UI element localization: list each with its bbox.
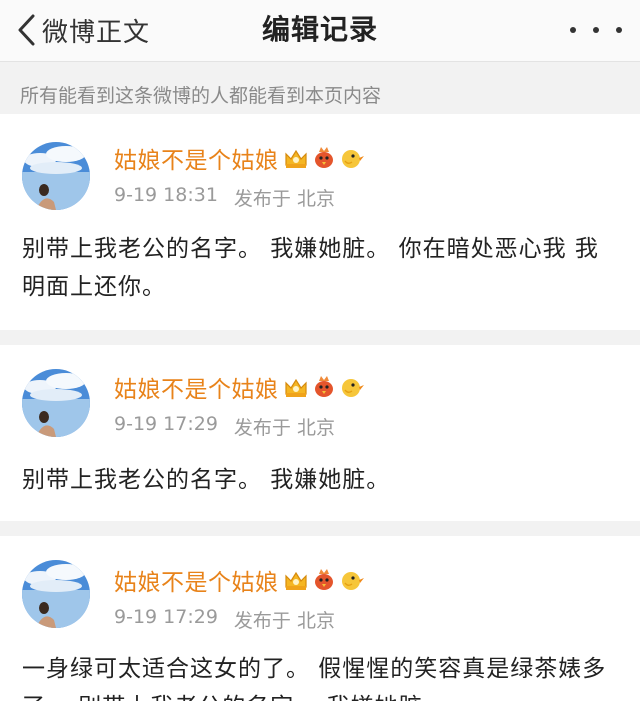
post-location: 发布于 北京 bbox=[233, 417, 335, 439]
post-location: 发布于 北京 bbox=[233, 610, 335, 632]
avatar[interactable] bbox=[22, 142, 90, 210]
page-title: 编辑记录 bbox=[261, 13, 378, 46]
post-time: 9-19 18:31 bbox=[114, 184, 218, 206]
post-content: 别带上我老公的名字。 我嫌她脏。 你在暗处恶心我 我明面上还你。 bbox=[22, 236, 599, 300]
bird-badge-icon bbox=[311, 568, 339, 592]
avatar[interactable] bbox=[22, 369, 90, 437]
post-card: 姑娘不是个姑娘 9-19 17:29 发布于 北京 别带上我老公的名字。 我嫌她… bbox=[0, 345, 640, 521]
more-options-button[interactable] bbox=[570, 18, 622, 42]
post-card: 姑娘不是个姑娘 9-19 18:31 发布于 北京 别带上我老公的名字。 我嫌她… bbox=[0, 114, 640, 330]
crown-badge-icon bbox=[283, 375, 311, 399]
visibility-notice: 所有能看到这条微博的人都能看到本页内容 bbox=[20, 85, 382, 107]
post-time: 9-19 17:29 bbox=[114, 413, 218, 435]
chick-badge-icon bbox=[339, 568, 367, 592]
post-card: 姑娘不是个姑娘 9-19 17:29 发布于 北京 一身绿可太适合这女的了。 假… bbox=[0, 536, 640, 701]
username[interactable]: 姑娘不是个姑娘 bbox=[114, 563, 279, 597]
post-time: 9-19 17:29 bbox=[114, 606, 218, 628]
username[interactable]: 姑娘不是个姑娘 bbox=[114, 370, 279, 404]
chick-badge-icon bbox=[339, 146, 367, 170]
more-dots-icon bbox=[570, 27, 576, 33]
crown-badge-icon bbox=[283, 568, 311, 592]
crown-badge-icon bbox=[283, 146, 311, 170]
post-location: 发布于 北京 bbox=[233, 188, 335, 210]
username[interactable]: 姑娘不是个姑娘 bbox=[114, 141, 279, 175]
avatar[interactable] bbox=[22, 560, 90, 628]
post-content: 一身绿可太适合这女的了。 假惺惺的笑容真是绿茶婊多了。 别带上我老公的名字。 我… bbox=[22, 656, 607, 701]
bird-badge-icon bbox=[311, 375, 339, 399]
chick-badge-icon bbox=[339, 375, 367, 399]
nav-bar: 微博正文 编辑记录 bbox=[0, 0, 640, 62]
post-content: 别带上我老公的名字。 我嫌她脏。 bbox=[22, 467, 391, 493]
bird-badge-icon bbox=[311, 146, 339, 170]
